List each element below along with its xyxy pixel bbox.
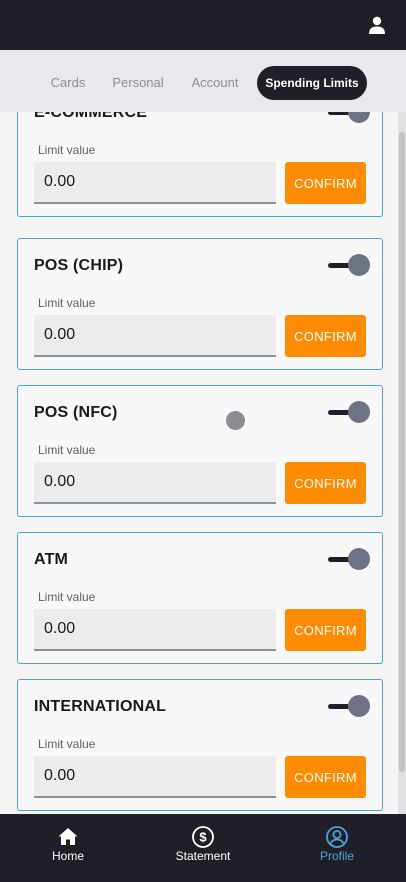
- confirm-button[interactable]: CONFIRM: [285, 462, 366, 504]
- confirm-button[interactable]: CONFIRM: [285, 162, 366, 204]
- limit-value-label: Limit value: [38, 143, 96, 157]
- limit-value-label: Limit value: [38, 737, 96, 751]
- spending-limits-content[interactable]: E-COMMERCE Limit value CONFIRM POS (CHIP…: [0, 112, 406, 814]
- confirm-button[interactable]: CONFIRM: [285, 756, 366, 798]
- card-title: POS (CHIP): [34, 257, 124, 274]
- tab-spending-limits[interactable]: Spending Limits: [257, 66, 367, 100]
- card-title: ATM: [34, 551, 69, 568]
- tab-account[interactable]: Account: [186, 66, 244, 100]
- scrollbar-thumb[interactable]: [399, 132, 405, 772]
- bottom-navigation: Home $ Statement Profile: [0, 814, 406, 882]
- limit-value-input[interactable]: [34, 315, 276, 357]
- limit-value-input[interactable]: [34, 462, 276, 504]
- toggle-switch[interactable]: [348, 548, 370, 570]
- card-title: INTERNATIONAL: [34, 698, 167, 715]
- limit-card-pos-chip: POS (CHIP) Limit value CONFIRM: [17, 238, 383, 370]
- nav-statement[interactable]: $ Statement: [163, 814, 243, 882]
- confirm-button[interactable]: CONFIRM: [285, 609, 366, 651]
- profile-icon: [326, 826, 348, 848]
- toggle-switch[interactable]: [348, 112, 370, 123]
- limit-card-international: INTERNATIONAL Limit value CONFIRM: [17, 679, 383, 811]
- touch-indicator: [226, 411, 245, 430]
- limit-card-pos-nfc: POS (NFC) Limit value CONFIRM: [17, 385, 383, 517]
- nav-profile[interactable]: Profile: [307, 814, 367, 882]
- toggle-switch[interactable]: [348, 254, 370, 276]
- limit-value-input[interactable]: [34, 162, 276, 204]
- limit-card-atm: ATM Limit value CONFIRM: [17, 532, 383, 664]
- limit-card-ecommerce: E-COMMERCE Limit value CONFIRM: [17, 112, 383, 217]
- limit-value-label: Limit value: [38, 443, 96, 457]
- nav-label: Statement: [175, 849, 231, 863]
- toggle-switch[interactable]: [348, 695, 370, 717]
- limit-value-label: Limit value: [38, 590, 96, 604]
- top-bar: [0, 0, 406, 50]
- dollar-circle-icon: $: [192, 826, 214, 848]
- user-icon[interactable]: [368, 16, 386, 34]
- confirm-button[interactable]: CONFIRM: [285, 315, 366, 357]
- limit-value-input[interactable]: [34, 756, 276, 798]
- scrollbar[interactable]: [398, 112, 406, 814]
- limit-value-label: Limit value: [38, 296, 96, 310]
- tab-cards[interactable]: Cards: [44, 66, 92, 100]
- tab-bar: Cards Personal Account Spending Limits: [0, 50, 406, 112]
- tab-personal[interactable]: Personal: [108, 66, 168, 100]
- limit-value-input[interactable]: [34, 609, 276, 651]
- home-icon: [58, 828, 78, 845]
- nav-home[interactable]: Home: [38, 814, 98, 882]
- card-title: E-COMMERCE: [34, 112, 148, 121]
- nav-label: Profile: [319, 849, 354, 863]
- nav-label: Home: [51, 849, 84, 863]
- svg-text:$: $: [199, 830, 207, 845]
- card-title: POS (NFC): [34, 404, 118, 421]
- toggle-switch[interactable]: [348, 401, 370, 423]
